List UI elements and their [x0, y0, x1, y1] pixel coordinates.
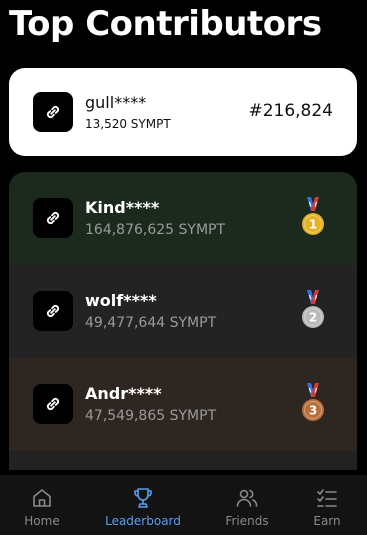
my-rank: #216,824 [248, 101, 333, 121]
nav-home[interactable]: Home [17, 475, 67, 535]
my-rank-card[interactable]: gull**** 13,520 SYMPT #216,824 [9, 68, 357, 156]
gold-medal-icon: 1 [302, 197, 324, 235]
my-score: 13,520 SYMPT [85, 117, 171, 131]
row-score: 164,876,625 SYMPT [85, 222, 226, 238]
bronze-medal-icon: 3 [302, 383, 324, 421]
medal-number: 1 [309, 218, 317, 232]
nav-leaderboard[interactable]: Leaderboard [98, 475, 188, 535]
leaderboard-row[interactable]: Kind**** 164,876,625 SYMPT 1 [9, 172, 357, 265]
link-icon [33, 291, 73, 331]
link-icon [33, 384, 73, 424]
row-score: 47,549,865 SYMPT [85, 408, 217, 424]
my-username: gull**** [85, 93, 147, 112]
link-icon [33, 198, 73, 238]
page-title: Top Contributors [9, 4, 322, 44]
checklist-icon [317, 489, 337, 507]
friends-icon [236, 489, 258, 507]
row-username: Kind**** [85, 198, 160, 217]
leaderboard-list: Kind**** 164,876,625 SYMPT 1 wolf**** 49… [9, 172, 357, 470]
row-score: 49,477,644 SYMPT [85, 315, 217, 331]
leaderboard-row[interactable]: wolf**** 49,477,644 SYMPT 2 [9, 265, 357, 358]
row-username: wolf**** [85, 291, 157, 310]
link-icon [33, 92, 73, 132]
nav-friends[interactable]: Friends [217, 475, 277, 535]
nav-home-label: Home [24, 514, 60, 528]
bottom-nav: Home Leaderboard Friends Earn [0, 475, 367, 535]
medal-number: 3 [309, 404, 317, 418]
nav-friends-label: Friends [225, 514, 269, 528]
silver-medal-icon: 2 [302, 290, 324, 328]
leaderboard-row[interactable]: Andr**** 47,549,865 SYMPT 3 [9, 358, 357, 451]
trophy-icon [134, 488, 152, 508]
nav-earn[interactable]: Earn [303, 475, 351, 535]
nav-earn-label: Earn [313, 514, 341, 528]
home-icon [33, 489, 51, 507]
medal-number: 2 [309, 311, 317, 325]
row-username: Andr**** [85, 384, 162, 403]
nav-leaderboard-label: Leaderboard [105, 514, 181, 528]
